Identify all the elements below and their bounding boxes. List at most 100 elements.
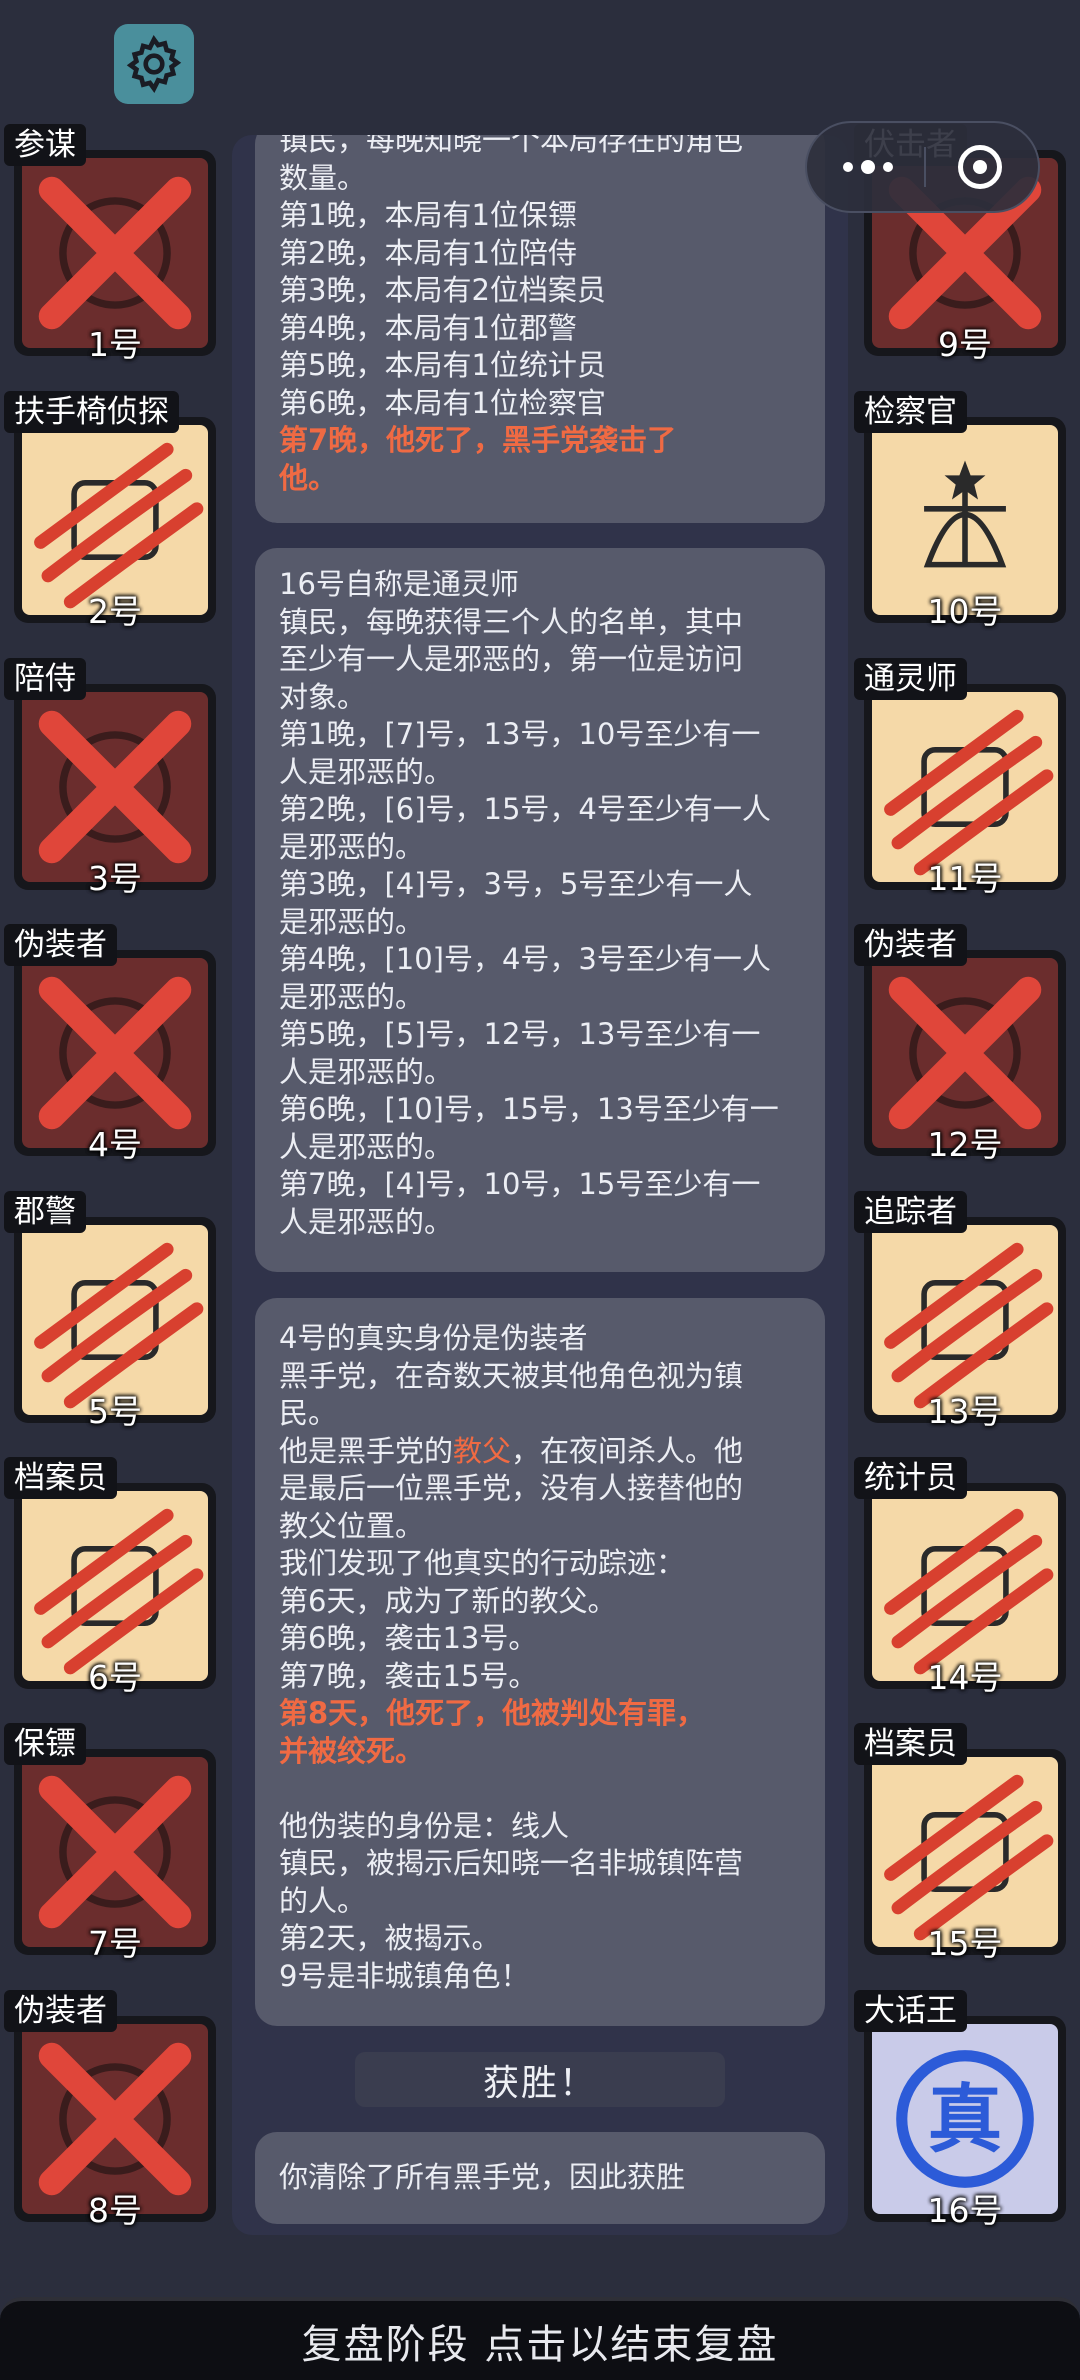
role-label: 通灵师 <box>854 658 967 700</box>
card-line: 第6晚，袭击13号。 <box>279 1621 538 1655</box>
card-line: 第7晚，[4]号，10号，15号至少有一 <box>279 1167 761 1201</box>
player-card[interactable]: 伪装者 8号 <box>4 1990 216 2230</box>
result-text: 你清除了所有黑手党，因此获胜 <box>279 2160 686 2195</box>
end-review-bar[interactable]: 复盘阶段 点击以结束复盘 <box>0 2297 1080 2380</box>
card-line: 人是邪恶的。 <box>279 754 454 789</box>
player-card[interactable]: 陪侍 3号 <box>4 658 216 898</box>
card-line: 第1晚，[7]号，13号，10号至少有一 <box>279 717 761 751</box>
role-label: 陪侍 <box>4 658 86 700</box>
player-card[interactable]: 郡警 5号 <box>4 1191 216 1431</box>
role-label: 检察官 <box>854 391 967 433</box>
player-card[interactable]: 追踪者 13号 <box>854 1191 1066 1431</box>
card-highlight-line: 他。 <box>279 460 338 495</box>
card-line: 第2晚，本局有1位陪侍 <box>279 235 577 270</box>
card-line: 第3晚，本局有2位档案员 <box>279 273 606 307</box>
player-card[interactable]: 档案员 6号 <box>4 1457 216 1697</box>
card-highlight-line: 第8天，他死了，他被判处有罪， <box>279 1696 706 1730</box>
svg-text:真: 真 <box>928 2076 1002 2163</box>
result-card: 你清除了所有黑手党，因此获胜 <box>255 2132 825 2224</box>
player-number: 15号 <box>927 1924 1003 1963</box>
card-line: 第6天，成为了新的教父。 <box>279 1583 617 1618</box>
role-label: 参谋 <box>4 124 86 166</box>
card-line: 第2天，被揭示。 <box>279 1921 501 1955</box>
player-number: 9号 <box>938 325 992 364</box>
log-card-clip: 镇民，每晚知晓一个本局存在的角色 数量。 第1晚，本局有1位保镖 第2晚，本局有… <box>255 135 825 523</box>
card-line: 第5晚，[5]号，12号，13号至少有一 <box>279 1017 761 1051</box>
card-line: 镇民，被揭示后知晓一名非城镇阵营 <box>279 1846 744 1880</box>
role-label: 档案员 <box>854 1723 967 1765</box>
card-line: 我们发现了他真实的行动踪迹： <box>279 1546 686 1580</box>
gear-icon <box>126 34 182 94</box>
player-number: 10号 <box>927 592 1003 631</box>
log-card-2: 16号自称是通灵师 镇民，每晚获得三个人的名单，其中 至少有一人是邪恶的，第一位… <box>255 548 825 1272</box>
player-number: 16号 <box>927 2191 1003 2230</box>
role-label: 扶手椅侦探 <box>4 391 179 433</box>
card-line: 第5晚，本局有1位统计员 <box>279 348 606 382</box>
text-fragment: ，在夜间杀人。他 <box>511 1433 744 1468</box>
role-label: 档案员 <box>4 1457 117 1499</box>
role-label: 保镖 <box>4 1723 86 1765</box>
card-line: 至少有一人是邪恶的，第一位是访问 <box>279 642 744 676</box>
more-dots-icon[interactable] <box>842 160 893 174</box>
role-label: 伪装者 <box>4 1990 117 2032</box>
card-line: 9号是非城镇角色！ <box>279 1958 530 1993</box>
target-icon[interactable] <box>958 145 1003 189</box>
role-label: 郡警 <box>4 1191 86 1233</box>
player-card[interactable]: 统计员 14号 <box>854 1457 1066 1697</box>
card-line: 他是黑手党的教父，在夜间杀人。他 <box>279 1433 801 1471</box>
card-line: 数量。 <box>279 160 367 195</box>
card-line: 镇民，每晚获得三个人的名单，其中 <box>279 604 744 639</box>
player-number: 11号 <box>927 859 1003 898</box>
capsule-divider <box>924 147 927 187</box>
role-label: 追踪者 <box>854 1191 967 1233</box>
player-number: 13号 <box>927 1392 1003 1431</box>
player-card[interactable]: 真 大话王 16号 <box>854 1990 1066 2230</box>
player-card[interactable]: 档案员 15号 <box>854 1723 1066 1963</box>
player-number: 2号 <box>88 592 142 631</box>
player-card[interactable]: 通灵师 11号 <box>854 658 1066 898</box>
card-line: 他伪装的身份是：线人 <box>279 1808 570 1843</box>
player-number: 7号 <box>88 1924 142 1963</box>
player-number: 12号 <box>927 1125 1003 1164</box>
card-line: 第6晚，本局有1位检察官 <box>279 385 606 420</box>
card-line: 是最后一位黑手党，没有人接替他的 <box>279 1471 744 1505</box>
card-line: 第4晚，本局有1位郡警 <box>279 310 577 345</box>
role-label: 伪装者 <box>854 924 967 966</box>
player-number: 1号 <box>88 325 142 364</box>
player-number: 6号 <box>88 1658 142 1697</box>
player-card[interactable]: 伪装者 4号 <box>4 924 216 1164</box>
log-card-3: 4号的真实身份是伪装者 黑手党，在奇数天被其他角色视为镇 民。 他是黑手党的教父… <box>255 1298 825 2026</box>
role-label: 伪装者 <box>4 924 117 966</box>
player-number: 5号 <box>88 1392 142 1431</box>
card-highlight-line: 并被绞死。 <box>279 1733 425 1768</box>
log-card-1: 镇民，每晚知晓一个本局存在的角色 数量。 第1晚，本局有1位保镖 第2晚，本局有… <box>255 135 825 523</box>
player-number: 3号 <box>88 859 142 898</box>
settings-button[interactable] <box>114 24 194 104</box>
card-line: 第3晚，[4]号，3号，5号至少有一人 <box>279 867 753 901</box>
card-line: 第1晚，本局有1位保镖 <box>279 198 577 232</box>
role-label: 大话王 <box>854 1990 967 2032</box>
card-title: 4号的真实身份是伪装者 <box>279 1321 588 1355</box>
player-card[interactable]: 保镖 7号 <box>4 1723 216 1963</box>
player-number: 14号 <box>927 1658 1003 1697</box>
victory-button[interactable]: 获胜！ <box>355 2052 725 2107</box>
player-card[interactable]: 伪装者 12号 <box>854 924 1066 1164</box>
card-line: 黑手党，在奇数天被其他角色视为镇 <box>279 1358 744 1393</box>
card-line: 第7晚，袭击15号。 <box>279 1658 538 1693</box>
player-card[interactable]: 扶手椅侦探 2号 <box>4 391 216 631</box>
card-line: 人是邪恶的。 <box>279 1129 454 1164</box>
card-line: 第4晚，[10]号，4号，3号至少有一人 <box>279 942 771 976</box>
player-card[interactable]: 检察官 10号 <box>854 391 1066 631</box>
role-label: 统计员 <box>854 1457 967 1499</box>
card-line: 是邪恶的。 <box>279 904 425 939</box>
card-line: 教父位置。 <box>279 1508 425 1543</box>
player-number: 4号 <box>88 1125 142 1164</box>
card-spacer <box>279 1770 801 1808</box>
card-line: 的人。 <box>279 1883 367 1918</box>
card-title: 16号自称是通灵师 <box>279 567 519 601</box>
mini-program-capsule <box>805 121 1040 213</box>
card-line: 第6晚，[10]号，15号，13号至少有一 <box>279 1092 779 1126</box>
player-number: 8号 <box>88 2191 142 2230</box>
player-card[interactable]: 参谋 1号 <box>4 124 216 364</box>
card-line: 第2晚，[6]号，15号，4号至少有一人 <box>279 792 771 826</box>
